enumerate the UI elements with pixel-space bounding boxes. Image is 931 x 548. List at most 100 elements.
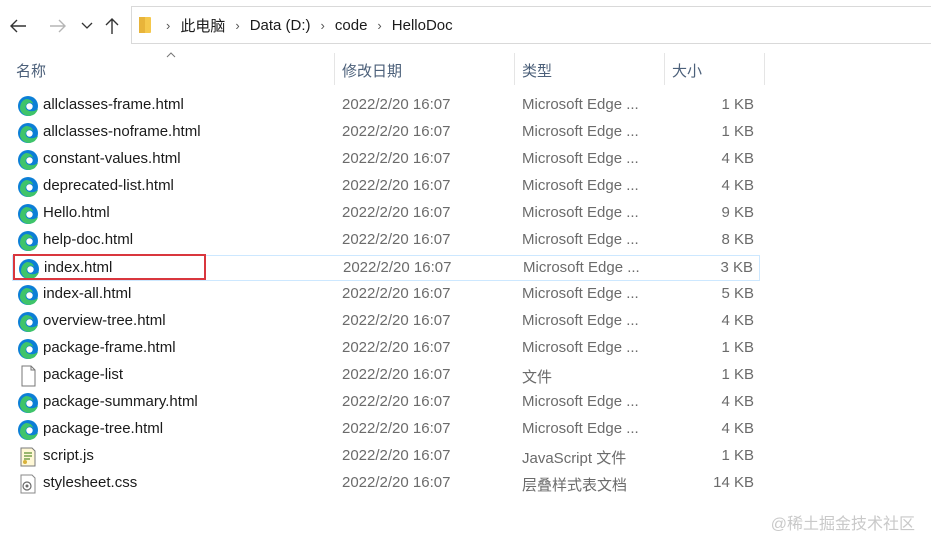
file-date: 2022/2/20 16:07 <box>342 231 451 248</box>
file-row[interactable]: overview-tree.html 2022/2/20 16:07 Microso… <box>12 309 760 335</box>
column-divider[interactable] <box>664 53 665 85</box>
file-size: 1 KB <box>721 96 754 113</box>
file-size: 1 KB <box>721 339 754 356</box>
edge-icon <box>18 339 38 359</box>
file-type: Microsoft Edge ... <box>522 231 639 248</box>
file-date: 2022/2/20 16:07 <box>342 339 451 356</box>
column-header: 名称 修改日期 类型 大小 <box>0 50 931 90</box>
file-size: 4 KB <box>721 177 754 194</box>
file-date: 2022/2/20 16:07 <box>342 420 451 437</box>
watermark: @稀土掘金技术社区 <box>770 516 915 533</box>
file-date: 2022/2/20 16:07 <box>342 285 451 302</box>
file-name: package-frame.html <box>43 339 176 356</box>
column-header-size[interactable]: 大小 <box>672 60 702 81</box>
forward-arrow-icon <box>50 19 66 33</box>
edge-icon <box>18 312 38 332</box>
breadcrumb-this-pc[interactable]: 此电脑 <box>180 15 225 36</box>
file-row[interactable]: help-doc.html 2022/2/20 16:07 Microsoft Ed… <box>12 228 760 254</box>
file-date: 2022/2/20 16:07 <box>342 312 451 329</box>
breadcrumb-code[interactable]: code <box>335 17 368 34</box>
file-name: allclasses-frame.html <box>43 96 184 113</box>
file-type: Microsoft Edge ... <box>522 420 639 437</box>
breadcrumb-hellodoc[interactable]: HelloDoc <box>392 17 453 34</box>
file-name: package-tree.html <box>43 420 164 437</box>
address-bar[interactable]: › 此电脑 › Data (D:) › code › HelloDoc <box>131 6 931 44</box>
edge-icon <box>18 231 38 251</box>
column-header-name[interactable]: 名称 <box>16 60 46 81</box>
file-name: constant-values.html <box>43 150 181 167</box>
up-button[interactable] <box>103 14 121 38</box>
file-size: 4 KB <box>721 393 754 410</box>
file-name: help-doc.html <box>43 231 134 248</box>
edge-icon <box>18 285 38 305</box>
file-size: 14 KB <box>713 474 754 491</box>
file-date: 2022/2/20 16:07 <box>342 393 451 410</box>
forward-button[interactable] <box>48 14 68 38</box>
file-name: stylesheet.css <box>43 474 138 491</box>
column-divider[interactable] <box>514 53 515 85</box>
breadcrumb-separator-icon: › <box>320 17 325 33</box>
column-divider[interactable] <box>334 53 335 85</box>
edge-icon <box>18 393 38 413</box>
file-row[interactable]: stylesheet.css 2022/2/20 16:07 层叠样式表文档 14 K… <box>12 471 760 497</box>
file-type: 文件 <box>522 369 553 386</box>
file-size: 8 KB <box>721 231 754 248</box>
file-row[interactable]: index-all.html 2022/2/20 16:07 Microsoft E… <box>12 282 760 308</box>
file-type: Microsoft Edge ... <box>522 285 639 302</box>
file-type: Microsoft Edge ... <box>522 150 639 167</box>
file-date: 2022/2/20 16:07 <box>342 366 451 383</box>
file-size: 4 KB <box>721 312 754 329</box>
file-type: JavaScript 文件 <box>522 450 627 467</box>
file-row[interactable]: Hello.html 2022/2/20 16:07 Microsoft Edge … <box>12 201 760 227</box>
file-row[interactable]: package-tree.html 2022/2/20 16:07 Microsof… <box>12 417 760 443</box>
recent-locations-button[interactable] <box>80 14 94 38</box>
file-type: Microsoft Edge ... <box>522 204 639 221</box>
column-header-date[interactable]: 修改日期 <box>342 60 402 81</box>
file-row[interactable]: deprecated-list.html 2022/2/20 16:07 Micro… <box>12 174 760 200</box>
file-type: Microsoft Edge ... <box>522 312 639 329</box>
file-row[interactable]: constant-values.html 2022/2/20 16:07 Micro… <box>12 147 760 173</box>
file-size: 5 KB <box>721 285 754 302</box>
column-header-type[interactable]: 类型 <box>522 60 552 81</box>
file-size: 1 KB <box>721 123 754 140</box>
file-row[interactable]: allclasses-frame.html 2022/2/20 16:07 Micr… <box>12 93 760 119</box>
file-row[interactable]: package-list 2022/2/20 16:07 文件 1 KB <box>12 363 760 389</box>
edge-icon <box>18 96 38 116</box>
edge-icon <box>18 177 38 197</box>
edge-icon <box>18 204 38 224</box>
file-name: index-all.html <box>43 285 132 302</box>
file-name: deprecated-list.html <box>43 177 174 194</box>
file-row[interactable]: allclasses-noframe.html 2022/2/20 16:07 Mi… <box>12 120 760 146</box>
folder-icon <box>139 17 151 33</box>
file-date: 2022/2/20 16:07 <box>342 150 451 167</box>
file-date: 2022/2/20 16:07 <box>343 259 452 276</box>
up-arrow-icon <box>105 18 119 34</box>
file-size: 4 KB <box>721 150 754 167</box>
css-file-icon <box>20 474 36 494</box>
file-date: 2022/2/20 16:07 <box>342 123 451 140</box>
file-size: 9 KB <box>721 204 754 221</box>
file-date: 2022/2/20 16:07 <box>342 447 451 464</box>
breadcrumb-separator-icon: › <box>235 17 240 33</box>
file-type: Microsoft Edge ... <box>522 123 639 140</box>
breadcrumb-data-drive[interactable]: Data (D:) <box>250 17 311 34</box>
file-type: Microsoft Edge ... <box>522 339 639 356</box>
back-button[interactable] <box>8 14 28 38</box>
file-row[interactable]: package-frame.html 2022/2/20 16:07 Microso… <box>12 336 760 362</box>
file-date: 2022/2/20 16:07 <box>342 474 451 491</box>
file-date: 2022/2/20 16:07 <box>342 177 451 194</box>
file-row[interactable]: script.js 2022/2/20 16:07 JavaScript 文件 1 K… <box>12 444 760 470</box>
file-size: 4 KB <box>721 420 754 437</box>
file-type: Microsoft Edge ... <box>523 259 640 276</box>
script-file-icon <box>20 447 36 467</box>
chevron-down-icon <box>81 22 93 29</box>
file-type: Microsoft Edge ... <box>522 177 639 194</box>
back-arrow-icon <box>10 19 26 33</box>
file-row[interactable]: package-summary.html 2022/2/20 16:07 Micro… <box>12 390 760 416</box>
blank-file-icon <box>21 365 36 387</box>
edge-icon <box>18 123 38 143</box>
file-type: 层叠样式表文档 <box>522 477 628 494</box>
column-divider[interactable] <box>764 53 765 85</box>
edge-icon <box>18 150 38 170</box>
file-size: 1 KB <box>721 447 754 464</box>
